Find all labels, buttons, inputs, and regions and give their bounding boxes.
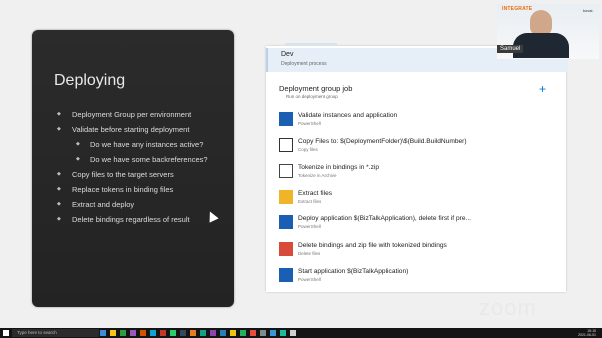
taskbar-app-icon[interactable] — [270, 330, 276, 336]
taskbar-app-icon[interactable] — [120, 330, 126, 336]
zoom-watermark: zoom — [479, 295, 537, 320]
task-subtitle: Delete files — [298, 251, 321, 256]
task-item[interactable]: Deploy application $(BizTalkApplication)… — [276, 214, 564, 232]
slide-bullets: Deployment Group per environment Validat… — [56, 110, 226, 230]
job-subtitle: Run on deployment group — [286, 94, 338, 99]
task-subtitle: PowerShell — [298, 277, 321, 282]
taskbar-app-icon[interactable] — [160, 330, 166, 336]
bullet-item: Delete bindings regardless of result — [56, 215, 226, 224]
taskbar-app-icon[interactable] — [190, 330, 196, 336]
task-item[interactable]: Delete bindings and zip file with tokeni… — [276, 241, 564, 259]
job-title: Deployment group job — [279, 84, 353, 93]
task-subtitle: PowerShell — [298, 121, 321, 126]
task-item[interactable]: Start application $(BizTalkApplication) … — [276, 267, 564, 285]
taskbar-app-icon[interactable] — [140, 330, 146, 336]
task-subtitle: Extract files — [298, 199, 322, 204]
panel-tab-indicator — [285, 43, 337, 46]
windows-start-icon[interactable] — [3, 330, 9, 336]
windows-taskbar: Type here to search 15:15 2021-06-01 — [0, 328, 602, 338]
sub-bullet-item: Do we have any instances active? — [56, 140, 226, 149]
taskbar-app-icon[interactable] — [290, 330, 296, 336]
taskbar-app-icon[interactable] — [180, 330, 186, 336]
taskbar-app-icon[interactable] — [110, 330, 116, 336]
trash-icon — [279, 242, 293, 256]
bullet-item: Extract and deploy — [56, 200, 226, 209]
taskbar-app-icon[interactable] — [100, 330, 106, 336]
taskbar-app-icon[interactable] — [280, 330, 286, 336]
tokenize-icon — [279, 164, 293, 178]
task-title: Start application $(BizTalkApplication) — [298, 268, 409, 275]
task-title: Deploy application $(BizTalkApplication)… — [298, 215, 471, 222]
task-title: Extract files — [298, 190, 333, 197]
taskbar-app-icon[interactable] — [220, 330, 226, 336]
taskbar-app-icon[interactable] — [230, 330, 236, 336]
environment-subtitle: Deployment process — [281, 61, 327, 67]
task-item[interactable]: Copy Files to: $(DeploymentFolder)\$(Bui… — [276, 137, 564, 155]
task-title: Delete bindings and zip file with tokeni… — [298, 242, 447, 249]
speaker-name: Samuel — [497, 45, 524, 53]
taskbar-clock[interactable]: 15:15 2021-06-01 — [578, 329, 596, 337]
environment-title: Dev — [281, 51, 294, 58]
powershell-icon — [279, 268, 293, 282]
taskbar-app-icon[interactable] — [130, 330, 136, 336]
deployment-group-job[interactable]: Deployment group job Run on deployment g… — [276, 82, 564, 102]
task-item[interactable]: Validate instances and application Power… — [276, 111, 564, 129]
task-item[interactable]: Tokenize in bindings in *.zip Tokenize i… — [276, 163, 564, 181]
copy-files-icon — [279, 138, 293, 152]
task-title: Copy Files to: $(DeploymentFolder)\$(Bui… — [298, 138, 467, 145]
taskbar-search-input[interactable]: Type here to search — [12, 329, 99, 337]
slide-title: Deploying — [54, 72, 126, 89]
task-title: Validate instances and application — [298, 112, 398, 119]
task-subtitle: Copy files — [298, 147, 318, 152]
presentation-slide: Deploying Deployment Group per environme… — [32, 30, 234, 307]
taskbar-app-icon[interactable] — [150, 330, 156, 336]
archive-icon — [279, 190, 293, 204]
taskbar-app-icon[interactable] — [170, 330, 176, 336]
taskbar-app-icon[interactable] — [250, 330, 256, 336]
integrate-logo: INTEGRATE — [502, 6, 533, 12]
bullet-item: Copy files to the target servers — [56, 170, 226, 179]
powershell-icon — [279, 112, 293, 126]
taskbar-app-icon[interactable] — [200, 330, 206, 336]
task-subtitle: PowerShell — [298, 224, 321, 229]
taskbar-app-icon[interactable] — [210, 330, 216, 336]
add-task-icon[interactable]: + — [539, 82, 546, 96]
task-subtitle: Tokenize in Archive — [298, 173, 337, 178]
kovai-logo: kovai. — [583, 8, 594, 13]
taskbar-date: 2021-06-01 — [578, 333, 596, 337]
taskbar-app-icon[interactable] — [260, 330, 266, 336]
task-item[interactable]: Extract files Extract files — [276, 189, 564, 207]
task-title: Tokenize in bindings in *.zip — [298, 164, 380, 171]
powershell-icon — [279, 215, 293, 229]
sub-bullet-item: Do we have some backreferences? — [56, 155, 226, 164]
bullet-item: Validate before starting deployment — [56, 125, 226, 134]
taskbar-app-icon[interactable] — [240, 330, 246, 336]
bullet-item: Deployment Group per environment — [56, 110, 226, 119]
bullet-item: Replace tokens in binding files — [56, 185, 226, 194]
